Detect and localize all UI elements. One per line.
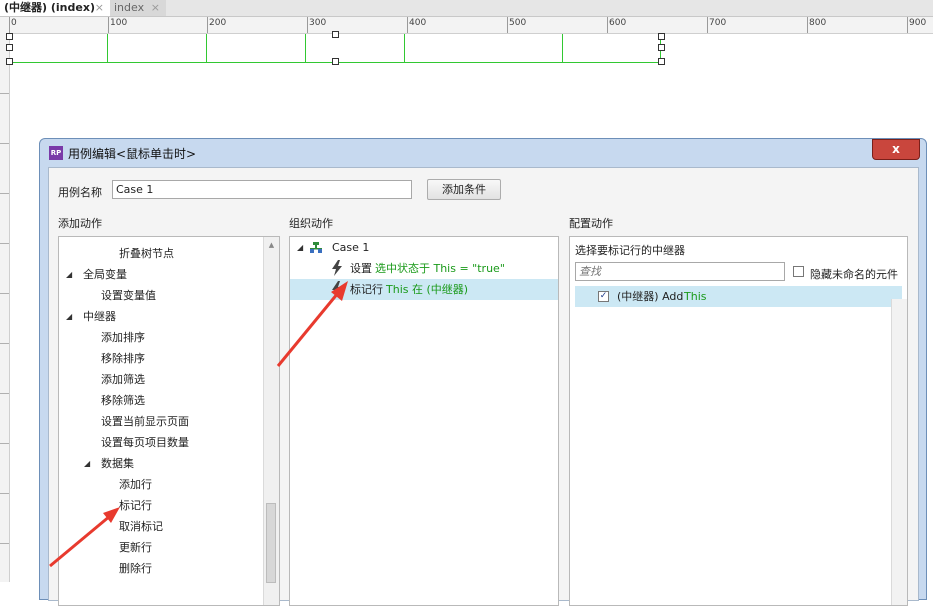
horizontal-ruler: 0 100 200 300 400 500 600 700 800 900 <box>0 17 933 34</box>
tab-label: index <box>114 1 145 14</box>
scroll-thumb[interactable] <box>266 503 276 583</box>
dialog-title: 用例编辑<鼠标单击时> <box>68 147 197 161</box>
action-set-selected[interactable]: 设置 选中状态于 This = "true" <box>290 258 558 279</box>
organize-actions-tree[interactable]: ◢ Case 1 设置 选中状态于 This = "true" 标记行 This… <box>289 236 559 606</box>
vertical-ruler <box>0 33 10 582</box>
action-mark-rows[interactable]: 标记行 This 在 (中继器) <box>290 279 558 300</box>
add-condition-button[interactable]: 添加条件 <box>427 179 501 200</box>
close-icon[interactable]: x <box>872 139 920 160</box>
tab-repeater-index[interactable]: (中继器) (index) × <box>0 0 110 16</box>
resize-handle[interactable] <box>332 58 339 65</box>
resize-handle[interactable] <box>332 31 339 38</box>
organize-actions-title: 组织动作 <box>289 217 333 230</box>
tree-expand-icon[interactable]: ◢ <box>66 306 72 327</box>
tree-expand-icon[interactable]: ◢ <box>297 237 303 258</box>
case-name-label: 用例名称 <box>58 186 102 199</box>
ruler-label: 800 <box>809 18 827 28</box>
hide-unnamed-label: 隐藏未命名的元件 <box>810 268 898 281</box>
case-name-input[interactable] <box>112 180 412 199</box>
tab-index[interactable]: index × <box>110 0 166 16</box>
resize-handle[interactable] <box>6 44 13 51</box>
ruler-label: 0 <box>11 18 17 28</box>
tree-expand-icon[interactable]: ◢ <box>84 453 90 474</box>
close-icon[interactable]: × <box>95 0 104 15</box>
ruler-label: 500 <box>509 18 527 28</box>
add-actions-scrollbar[interactable]: ▲ <box>263 237 279 605</box>
repeater-list-item[interactable]: ✓ (中继器) Add This <box>575 286 902 307</box>
dialog-titlebar[interactable]: RP 用例编辑<鼠标单击时> x <box>40 139 926 167</box>
resize-handle[interactable] <box>658 33 665 40</box>
configure-scrollbar[interactable] <box>891 299 907 605</box>
add-actions-tree[interactable]: 折叠树节点 ◢ 全局变量 设置变量值 ◢ 中继器 添加排序 移除排序 添加筛选 <box>58 236 280 606</box>
ruler-label: 200 <box>209 18 227 28</box>
canvas-repeater-widget[interactable] <box>6 31 665 65</box>
dialog-body: 用例名称 添加条件 添加动作 组织动作 配置动作 折叠树节点 ◢ 全局变量 设置… <box>48 167 919 606</box>
ruler-label: 100 <box>110 18 128 28</box>
select-repeater-label: 选择要标记行的中继器 <box>575 244 685 257</box>
ruler-label: 400 <box>409 18 427 28</box>
search-input[interactable] <box>575 262 785 281</box>
ruler-label: 600 <box>609 18 627 28</box>
ruler-label: 700 <box>709 18 727 28</box>
tree-expand-icon[interactable]: ◢ <box>66 264 72 285</box>
case-editor-dialog: RP 用例编辑<鼠标单击时> x 用例名称 添加条件 添加动作 组织动作 配置动… <box>39 138 927 606</box>
resize-handle[interactable] <box>658 44 665 51</box>
tab-label: (中继器) (index) <box>4 1 95 14</box>
resize-handle[interactable] <box>6 58 13 65</box>
checkbox-icon[interactable]: ✓ <box>598 291 609 302</box>
case-node[interactable]: ◢ Case 1 <box>290 237 558 258</box>
resize-handle[interactable] <box>658 58 665 65</box>
configure-actions-panel: 选择要标记行的中继器 隐藏未命名的元件 ✓ (中继器) Add This <box>569 236 908 606</box>
hide-unnamed-checkbox[interactable] <box>793 266 804 277</box>
ruler-label: 300 <box>309 18 327 28</box>
configure-actions-title: 配置动作 <box>569 217 613 230</box>
resize-handle[interactable] <box>6 33 13 40</box>
ruler-label: 900 <box>909 18 927 28</box>
add-actions-title: 添加动作 <box>58 217 102 230</box>
case-icon <box>310 242 322 253</box>
lightning-icon <box>332 281 342 297</box>
lightning-icon <box>332 260 342 276</box>
rp-logo-icon: RP <box>49 146 63 160</box>
close-icon[interactable]: × <box>151 0 160 15</box>
scroll-up-icon[interactable]: ▲ <box>264 239 279 251</box>
document-tab-bar: (中继器) (index) × index × <box>0 0 933 17</box>
